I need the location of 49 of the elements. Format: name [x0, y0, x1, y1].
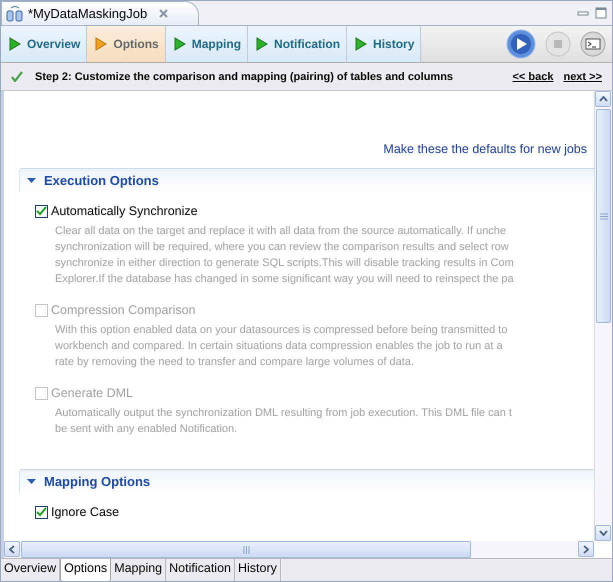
- bottom-tab[interactable]: Options: [60, 559, 112, 581]
- scroll-up-button[interactable]: [595, 91, 611, 107]
- option-description: With this option enabled data on your datasources is compressed before being transmitted to workbench and compared. In certain situations data compression enables the job to run at a rate by removing the need to transfer and compare large volumes of data.: [55, 323, 508, 370]
- play-icon: [355, 37, 368, 51]
- play-icon: [174, 37, 186, 51]
- play-icon: [256, 37, 268, 51]
- page-tab[interactable]: Options: [87, 26, 166, 62]
- scroll-down-button[interactable]: [595, 525, 611, 541]
- checkmark-icon: [36, 507, 47, 517]
- scroll-left-button[interactable]: [4, 541, 20, 557]
- caret-icon: [27, 178, 36, 184]
- play-icon: [95, 37, 108, 51]
- page-tab[interactable]: Overview: [1, 26, 88, 62]
- page-tab[interactable]: Mapping: [166, 26, 248, 62]
- section-header[interactable]: Mapping Options: [19, 469, 594, 493]
- close-icon[interactable]: [159, 9, 168, 18]
- nav-link[interactable]: << back: [512, 70, 554, 82]
- option-description: Automatically output the synchronization DML resulting from job execution. This DML file can t be sent with any enabled Notification.: [55, 406, 513, 437]
- play-icon: [9, 37, 21, 51]
- horizontal-scrollbar[interactable]: [4, 541, 594, 558]
- nav-link[interactable]: next >>: [563, 70, 602, 82]
- page-tab[interactable]: Notification: [248, 26, 348, 62]
- console-button[interactable]: [580, 31, 606, 57]
- checkbox[interactable]: Automatically Synchronize: [35, 202, 594, 220]
- option-description: Clear all data on the target and replace it with all data from the source automatically. If unche synchronization will be required, where you can review the comparison results and select row synchronize in either direction to generate SQL scripts.This will disable tracking results in Com Explorer.If the database has changed in some significant way you will need to reinspect the pa: [55, 224, 515, 287]
- defaults-link[interactable]: Make these the defaults for new jobs: [383, 142, 587, 160]
- editor-tab[interactable]: *MyDataMaskingJob: [1, 1, 200, 25]
- caret-up-icon: [598, 96, 608, 102]
- section-header[interactable]: Execution Options: [19, 168, 594, 192]
- scroll-right-button[interactable]: [578, 541, 594, 557]
- maximize-icon[interactable]: [595, 7, 607, 19]
- caret-right-icon: [583, 544, 589, 554]
- scrollbar-thumb[interactable]: [21, 541, 471, 558]
- database-icon: [6, 6, 24, 22]
- run-button[interactable]: [506, 29, 536, 59]
- checkmark-icon: [36, 206, 47, 216]
- step-title: Step 2: Customize the comparison and mapping (pairing) of tables and columns: [35, 70, 454, 82]
- checkbox[interactable]: Ignore Case: [35, 503, 594, 521]
- checkmark-icon: [11, 71, 23, 82]
- caret-left-icon: [9, 544, 15, 554]
- page-tab[interactable]: History: [347, 26, 422, 62]
- scrollbar-thumb[interactable]: [596, 109, 611, 323]
- bottom-tab[interactable]: History: [234, 559, 281, 581]
- caret-down-icon: [598, 530, 608, 536]
- bottom-tab[interactable]: Mapping: [111, 559, 166, 581]
- caret-icon: [27, 478, 36, 484]
- vertical-scrollbar[interactable]: [594, 91, 612, 541]
- bottom-tab[interactable]: Notification: [166, 559, 235, 581]
- editor-tab-title: *MyDataMaskingJob: [28, 6, 148, 21]
